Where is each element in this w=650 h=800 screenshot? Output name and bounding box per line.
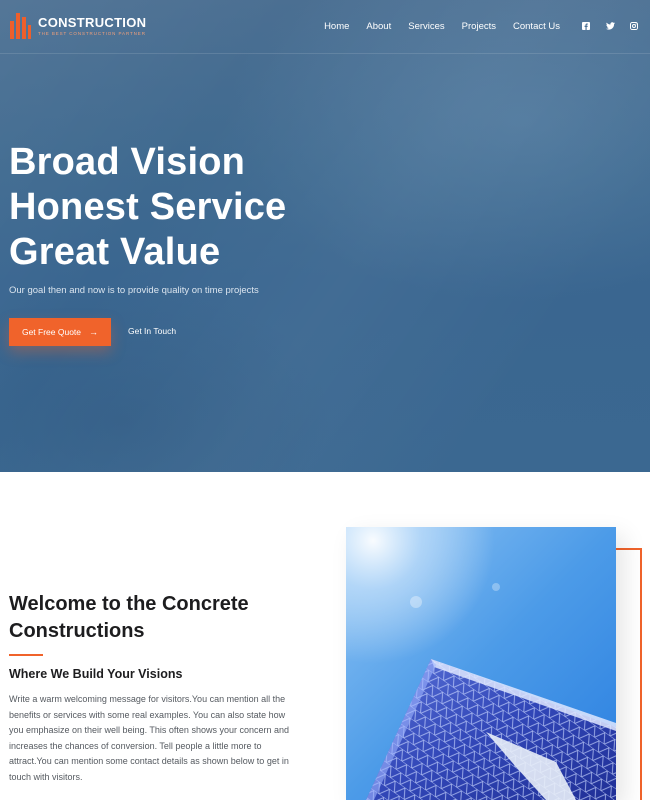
building-image: [346, 527, 616, 800]
hero-line-1: Broad Vision: [9, 141, 246, 183]
nav-projects[interactable]: Projects: [462, 21, 496, 32]
nav-contact-us[interactable]: Contact Us: [513, 21, 560, 32]
get-free-quote-label: Get Free Quote: [21, 327, 82, 337]
hero-line-3: Great Value: [9, 231, 221, 273]
welcome-subtitle: Where We Build Your Visions: [9, 667, 183, 681]
logo-title: CONSTRUCTION: [38, 14, 147, 30]
main-nav: Home About Services Projects Contact Us: [324, 18, 642, 34]
hero-subtitle: Our goal then and now is to provide qual…: [9, 285, 259, 296]
hero-line-2: Honest Service: [9, 186, 287, 228]
logo[interactable]: CONSTRUCTION THE BEST CONSTRUCTION PARTN…: [10, 13, 146, 39]
get-in-touch-link[interactable]: Get In Touch: [128, 326, 176, 336]
nav-about[interactable]: About: [366, 21, 391, 32]
nav-services[interactable]: Services: [408, 21, 444, 32]
logo-tagline: THE BEST CONSTRUCTION PARTNER: [38, 30, 146, 36]
logo-building-icon: [10, 13, 32, 39]
hero-section: CONSTRUCTION THE BEST CONSTRUCTION PARTN…: [0, 0, 650, 472]
nav-home[interactable]: Home: [324, 21, 349, 32]
instagram-icon[interactable]: [626, 18, 642, 34]
welcome-title: Welcome to the Concrete Constructions: [9, 593, 249, 642]
welcome-body: Write a warm welcoming message for visit…: [9, 694, 289, 782]
accent-divider: [9, 654, 43, 656]
get-free-quote-button[interactable]: Get Free Quote →: [9, 318, 111, 346]
facebook-icon[interactable]: [578, 18, 594, 34]
social-links: [570, 18, 642, 34]
arrow-right-icon: →: [89, 327, 99, 337]
site-header: CONSTRUCTION THE BEST CONSTRUCTION PARTN…: [0, 0, 650, 54]
twitter-icon[interactable]: [602, 18, 618, 34]
hero-heading: Broad Vision Honest Service Great Value: [9, 140, 286, 275]
